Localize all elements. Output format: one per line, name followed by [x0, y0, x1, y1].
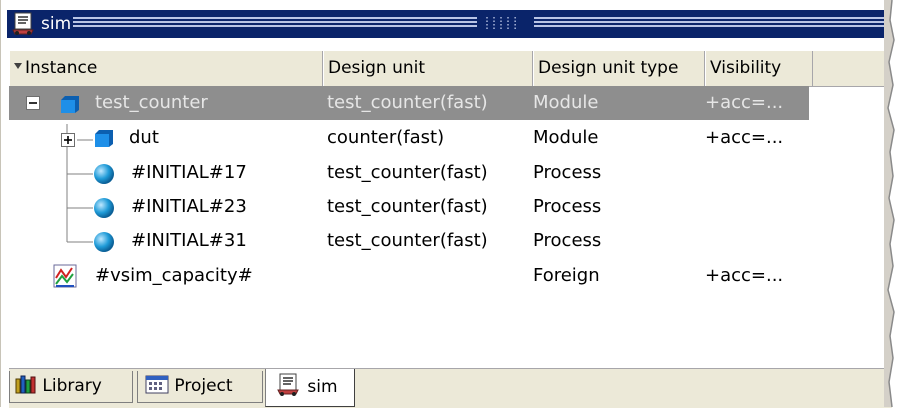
title-grip-left	[73, 17, 477, 30]
sim-icon	[12, 12, 34, 35]
sort-arrow-icon	[14, 63, 22, 69]
tab-library[interactable]: Library	[9, 371, 133, 403]
instance-name: #INITIAL#31	[131, 230, 247, 251]
design-unit: test_counter(fast)	[327, 230, 488, 251]
tab-label: Project	[174, 376, 233, 396]
tree-row-test-counter[interactable]: test_counter test_counter(fast) Module +…	[9, 86, 809, 120]
instance-name: #INITIAL#23	[131, 196, 247, 217]
visibility: +acc=...	[705, 265, 784, 286]
process-icon	[94, 164, 114, 184]
design-unit: test_counter(fast)	[327, 196, 488, 217]
sim-icon	[277, 373, 299, 396]
visibility: +acc=...	[705, 127, 784, 148]
instance-name: test_counter	[95, 92, 208, 113]
tab-sim[interactable]: sim	[265, 369, 355, 407]
column-label: Design unit type	[538, 58, 679, 78]
column-header-design-unit-type[interactable]: Design unit type	[533, 51, 705, 86]
column-header-visibility[interactable]: Visibility	[705, 51, 813, 86]
window-title: sim	[41, 14, 72, 34]
tab-project[interactable]: Project	[137, 371, 263, 403]
instance-name: #vsim_capacity#	[95, 265, 253, 286]
visibility: +acc=...	[705, 92, 784, 113]
instance-name: dut	[129, 127, 159, 148]
tree-row-initial-17[interactable]: #INITIAL#17 test_counter(fast) Process	[9, 156, 809, 190]
design-unit-type: Module	[533, 92, 599, 113]
tab-label: sim	[307, 377, 338, 397]
process-icon	[94, 198, 114, 218]
process-icon	[94, 232, 114, 252]
column-label: Visibility	[710, 58, 782, 78]
expand-icon[interactable]	[61, 133, 75, 147]
tree-row-dut[interactable]: dut counter(fast) Module +acc=...	[9, 121, 809, 155]
instance-name: #INITIAL#17	[131, 162, 247, 183]
torn-edge	[884, 0, 899, 407]
design-unit-type: Process	[533, 162, 602, 183]
column-label: Design unit	[328, 58, 426, 78]
column-label: Instance	[25, 58, 98, 78]
tree-row-initial-23[interactable]: #INITIAL#23 test_counter(fast) Process	[9, 190, 809, 224]
design-unit-type: Module	[533, 127, 599, 148]
library-icon	[15, 375, 36, 394]
window-title-bar[interactable]: sim ::::::::::	[7, 10, 892, 38]
tab-label: Library	[42, 376, 102, 396]
sim-window: sim :::::::::: Instance Design unit Desi…	[0, 0, 899, 408]
design-unit-type: Foreign	[533, 265, 600, 286]
collapse-icon[interactable]	[26, 96, 40, 110]
column-header-design-unit[interactable]: Design unit	[323, 51, 533, 86]
module-icon	[95, 130, 113, 147]
drag-handle[interactable]: ::::::::::	[484, 15, 528, 32]
column-header-instance[interactable]: Instance	[9, 51, 323, 86]
design-unit-type: Process	[533, 196, 602, 217]
module-icon	[61, 96, 79, 113]
project-icon	[145, 375, 169, 394]
design-unit: test_counter(fast)	[327, 162, 488, 183]
design-unit-type: Process	[533, 230, 602, 251]
design-unit: test_counter(fast)	[327, 92, 488, 113]
tab-strip: Library Project sim	[9, 368, 892, 408]
design-unit: counter(fast)	[327, 127, 445, 148]
column-header: Instance Design unit Design unit type Vi…	[9, 51, 892, 87]
title-grip-right	[534, 17, 892, 30]
foreign-icon	[53, 264, 77, 288]
tree-row-vsim-capacity[interactable]: #vsim_capacity# Foreign +acc=...	[9, 259, 809, 293]
tree-row-initial-31[interactable]: #INITIAL#31 test_counter(fast) Process	[9, 224, 809, 258]
